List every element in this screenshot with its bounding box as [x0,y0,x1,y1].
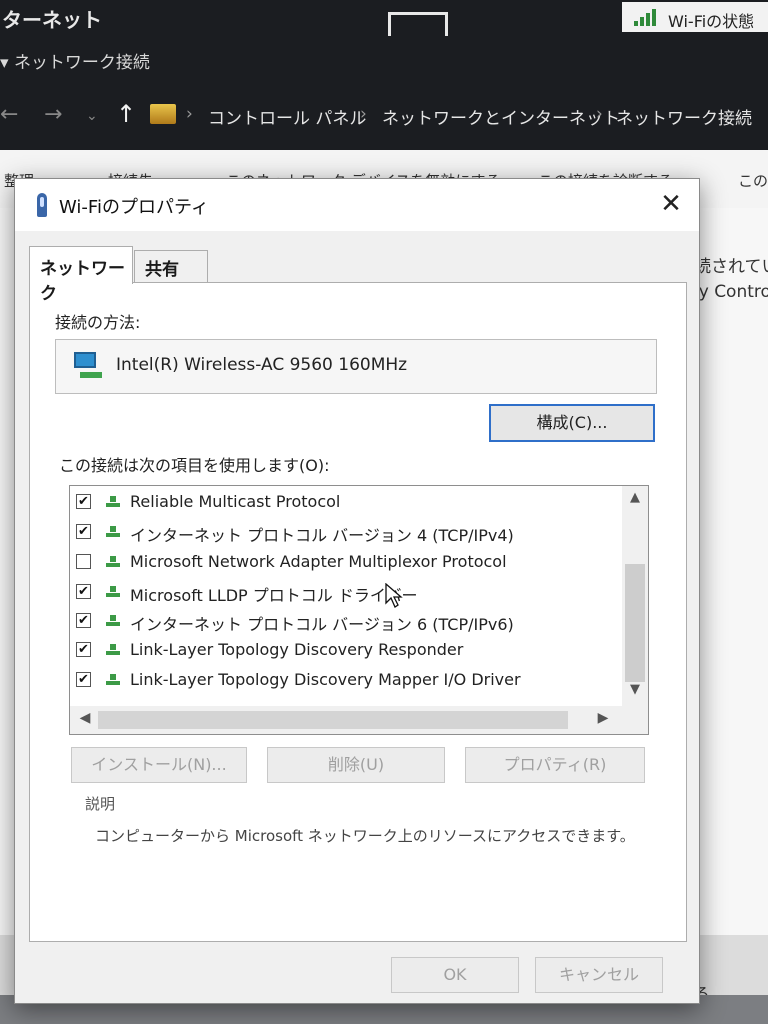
chevron-down-icon: ▾ [0,53,14,73]
list-item[interactable]: ✔ Microsoft LLDP プロトコル ドライバー [70,578,622,606]
close-icon[interactable]: ✕ [651,187,691,223]
back-arrow-icon[interactable]: ← [0,102,18,127]
dialog-title-bar[interactable]: Wi-Fiのプロパティ ✕ [15,179,699,231]
uninstall-button[interactable]: 削除(U) [267,747,445,783]
protocol-icon [106,586,120,598]
list-item-label: Link-Layer Topology Discovery Responder [130,640,464,659]
breadcrumb-network-connections[interactable]: ネットワーク接続 [616,104,752,129]
properties-button[interactable]: プロパティ(R) [465,747,645,783]
tab-sharing[interactable]: 共有 [134,250,208,282]
list-item[interactable]: ✔ Link-Layer Topology Discovery Mapper I… [70,666,622,694]
mouse-cursor-icon [385,583,403,608]
list-item-label: インターネット プロトコル バージョン 4 (TCP/IPv4) [130,526,514,545]
breadcrumb-network-internet[interactable]: ネットワークとインターネット [382,104,620,129]
background-window-title: ターネット [2,8,102,32]
description-text: コンピューターから Microsoft ネットワーク上のリソースにアクセスできま… [95,827,635,845]
checkbox[interactable]: ✔ [76,584,91,599]
background-subtitle: ▾ ネットワーク接続 [0,53,150,73]
wifi-signal-icon [634,8,660,26]
taskbar-wifi-status-label: Wi-Fiの状態 [668,12,755,31]
list-item-label: Microsoft LLDP プロトコル ドライバー [130,586,418,605]
breadcrumb-control-panel[interactable]: コントロール パネル [208,104,366,129]
forward-arrow-icon[interactable]: → [44,102,62,127]
maximize-icon[interactable] [388,12,448,36]
list-item-label: Microsoft Network Adapter Multiplexor Pr… [130,552,507,571]
checkbox[interactable] [76,554,91,569]
list-item-label: Link-Layer Topology Discovery Mapper I/O… [130,670,521,689]
protocol-icon [106,526,120,538]
scroll-left-icon[interactable]: ◀ [74,710,96,726]
protocol-icon [106,496,120,508]
protocol-icon [106,556,120,568]
description-label: 説明 [85,795,116,813]
vertical-scrollbar[interactable]: ▲ ▼ [622,486,648,706]
list-item-label: インターネット プロトコル バージョン 6 (TCP/IPv6) [130,615,514,634]
list-item-label: Reliable Multicast Protocol [130,492,341,511]
install-button[interactable]: インストール(N)... [71,747,247,783]
adapter-field: Intel(R) Wireless-AC 9560 160MHz [55,339,657,394]
recent-dropdown-icon[interactable]: ⌄ [86,108,98,124]
wifi-properties-dialog: Wi-Fiのプロパティ ✕ ネットワーク 共有 接続の方法: Intel(R) … [14,178,700,1004]
connection-status-text: 続されてい [694,257,768,277]
checkbox[interactable]: ✔ [76,672,91,687]
cancel-button[interactable]: キャンセル [535,957,663,993]
scroll-thumb[interactable] [625,564,645,682]
connect-using-label: 接続の方法: [55,313,141,332]
scroll-right-icon[interactable]: ▶ [592,710,614,726]
list-item[interactable]: Microsoft Network Adapter Multiplexor Pr… [70,548,622,576]
up-arrow-icon[interactable]: ↑ [116,100,136,128]
checkbox[interactable]: ✔ [76,524,91,539]
list-item[interactable]: ✔ インターネット プロトコル バージョン 4 (TCP/IPv4) [70,518,622,546]
control-panel-icon [150,104,176,124]
scroll-down-icon[interactable]: ▼ [622,682,648,704]
scroll-thumb[interactable] [98,711,568,729]
list-item[interactable]: ✔ Link-Layer Topology Discovery Responde… [70,636,622,664]
ok-button[interactable]: OK [391,957,519,993]
network-adapter-icon [74,352,102,378]
address-bar: ← → ⌄ ↑ › コントロール パネル › ネットワークとインターネット › … [0,92,768,142]
items-label: この接続は次の項目を使用します(O): [59,456,330,475]
protocol-icon [106,615,120,627]
dialog-title: Wi-Fiのプロパティ [59,197,209,218]
checkbox[interactable]: ✔ [76,494,91,509]
list-item[interactable]: ✔ Reliable Multicast Protocol [70,488,622,516]
configure-button[interactable]: 構成(C)... [489,404,655,442]
command-more[interactable]: この [738,170,768,191]
connection-device-text: ly Contro [694,282,768,302]
list-item[interactable]: ✔ インターネット プロトコル バージョン 6 (TCP/IPv6) [70,607,622,635]
adapter-name: Intel(R) Wireless-AC 9560 160MHz [116,355,408,375]
checkbox[interactable]: ✔ [76,642,91,657]
breadcrumb-separator-icon: › [360,104,367,124]
protocol-icon [106,644,120,656]
tab-network[interactable]: ネットワーク [29,246,133,304]
breadcrumb-separator-icon: › [596,104,603,124]
breadcrumb-separator-icon: › [186,104,193,124]
protocol-icon [106,674,120,686]
horizontal-scrollbar[interactable]: ◀ ▶ [70,706,648,734]
components-list: ✔ Reliable Multicast Protocol ✔ インターネット … [69,485,649,735]
checkbox[interactable]: ✔ [76,613,91,628]
network-adapter-icon [37,193,47,217]
scroll-up-icon[interactable]: ▲ [622,490,648,512]
